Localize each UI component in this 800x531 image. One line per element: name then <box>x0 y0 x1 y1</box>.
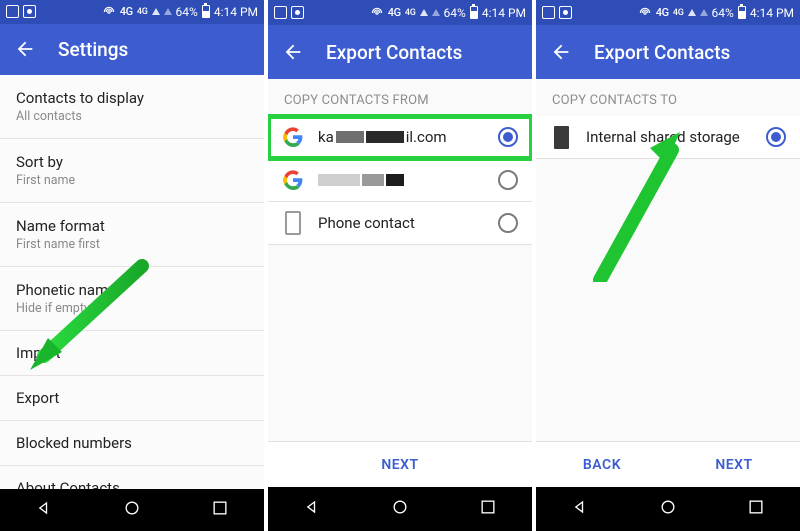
nav-home-icon[interactable] <box>658 497 678 521</box>
radio-unselected[interactable] <box>498 170 518 190</box>
notif-icon <box>6 5 19 18</box>
nav-recent-icon[interactable] <box>478 497 498 521</box>
screen-export-to: 4G 4G 64% 4:14 PM Export Contacts COPY C… <box>536 0 800 531</box>
redacted-text <box>362 174 384 186</box>
signal-icon-2 <box>164 8 172 15</box>
page-title: Export Contacts <box>594 41 730 64</box>
hotspot-icon <box>370 6 384 20</box>
nav-back-icon[interactable] <box>34 498 54 522</box>
app-bar: Export Contacts <box>268 25 532 79</box>
signal-icon <box>152 8 160 15</box>
setting-blocked-numbers[interactable]: Blocked numbers <box>0 421 264 466</box>
setting-about-contacts[interactable]: About Contacts <box>0 466 264 489</box>
redacted-text <box>366 131 404 143</box>
radio-selected[interactable] <box>498 127 518 147</box>
android-nav-bar <box>268 487 532 531</box>
account-phone[interactable]: Phone contact <box>268 202 532 245</box>
account-label: ka il.com <box>318 128 484 146</box>
battery-icon <box>202 5 210 18</box>
back-arrow-icon[interactable] <box>14 38 36 60</box>
setting-contacts-to-display[interactable]: Contacts to display All contacts <box>0 75 264 139</box>
battery-icon <box>470 6 478 19</box>
signal-icon-2 <box>700 9 708 16</box>
android-nav-bar <box>536 487 800 531</box>
redacted-text <box>318 174 360 186</box>
signal-icon <box>688 9 696 16</box>
clock: 4:14 PM <box>750 6 794 20</box>
network-label: 4G <box>388 6 401 19</box>
nav-recent-icon[interactable] <box>210 498 230 522</box>
setting-import[interactable]: Import <box>0 331 264 376</box>
notif-icon <box>542 6 555 19</box>
account-google-2[interactable] <box>268 159 532 202</box>
next-button[interactable]: NEXT <box>668 442 800 487</box>
signal-icon-2 <box>432 9 440 16</box>
section-label: COPY CONTACTS TO <box>536 79 800 116</box>
battery-label: 64% <box>176 5 198 19</box>
next-button[interactable]: NEXT <box>268 442 532 487</box>
hotspot-icon <box>102 5 116 19</box>
signal-icon <box>420 9 428 16</box>
setting-sort-by[interactable]: Sort by First name <box>0 139 264 203</box>
network-sup: 4G <box>137 7 148 17</box>
account-google-1[interactable]: ka il.com <box>268 116 532 159</box>
action-bar: NEXT <box>268 441 532 487</box>
android-nav-bar <box>0 489 264 531</box>
status-bar: 4G 4G 64% 4:14 PM <box>0 0 264 24</box>
notif-icon <box>274 6 287 19</box>
battery-label: 64% <box>444 6 466 20</box>
setting-export[interactable]: Export <box>0 376 264 421</box>
radio-unselected[interactable] <box>498 213 518 233</box>
back-arrow-icon[interactable] <box>282 41 304 63</box>
account-label: Phone contact <box>318 214 484 232</box>
dest-label: Internal shared storage <box>586 128 752 146</box>
clock: 4:14 PM <box>482 6 526 20</box>
clock: 4:14 PM <box>214 5 258 19</box>
action-bar: BACK NEXT <box>536 441 800 487</box>
back-button[interactable]: BACK <box>536 442 668 487</box>
storage-icon <box>550 126 572 148</box>
account-label <box>318 174 484 186</box>
section-label: COPY CONTACTS FROM <box>268 79 532 116</box>
network-label: 4G <box>656 6 669 19</box>
setting-name-format[interactable]: Name format First name first <box>0 203 264 267</box>
app-bar: Settings <box>0 24 264 75</box>
settings-list: Contacts to display All contacts Sort by… <box>0 75 264 489</box>
battery-label: 64% <box>712 6 734 20</box>
phone-device-icon <box>282 212 304 234</box>
nav-back-icon[interactable] <box>302 497 322 521</box>
network-sup: 4G <box>405 8 416 18</box>
battery-icon <box>738 6 746 19</box>
app-bar: Export Contacts <box>536 25 800 79</box>
page-title: Settings <box>58 38 128 61</box>
nav-home-icon[interactable] <box>122 498 142 522</box>
network-sup: 4G <box>673 8 684 18</box>
redacted-text <box>386 174 404 186</box>
status-bar: 4G 4G 64% 4:14 PM <box>536 0 800 25</box>
dest-internal-storage[interactable]: Internal shared storage <box>536 116 800 159</box>
status-bar: 4G 4G 64% 4:14 PM <box>268 0 532 25</box>
nav-back-icon[interactable] <box>570 497 590 521</box>
copy-from-list: COPY CONTACTS FROM ka il.com <box>268 79 532 441</box>
setting-phonetic-name[interactable]: Phonetic name Hide if empty <box>0 267 264 331</box>
radio-selected[interactable] <box>766 127 786 147</box>
notif-icon-2 <box>23 5 36 18</box>
hotspot-icon <box>638 6 652 20</box>
network-label: 4G <box>120 5 133 18</box>
back-arrow-icon[interactable] <box>550 41 572 63</box>
google-icon <box>282 169 304 191</box>
google-icon <box>282 126 304 148</box>
notif-icon-2 <box>559 6 572 19</box>
screen-export-from: 4G 4G 64% 4:14 PM Export Contacts COPY C… <box>268 0 532 531</box>
page-title: Export Contacts <box>326 41 462 64</box>
screen-settings: 4G 4G 64% 4:14 PM Settings Contacts to d… <box>0 0 264 531</box>
nav-recent-icon[interactable] <box>746 497 766 521</box>
notif-icon-2 <box>291 6 304 19</box>
nav-home-icon[interactable] <box>390 497 410 521</box>
redacted-text <box>336 131 364 143</box>
copy-to-list: COPY CONTACTS TO Internal shared storage <box>536 79 800 441</box>
